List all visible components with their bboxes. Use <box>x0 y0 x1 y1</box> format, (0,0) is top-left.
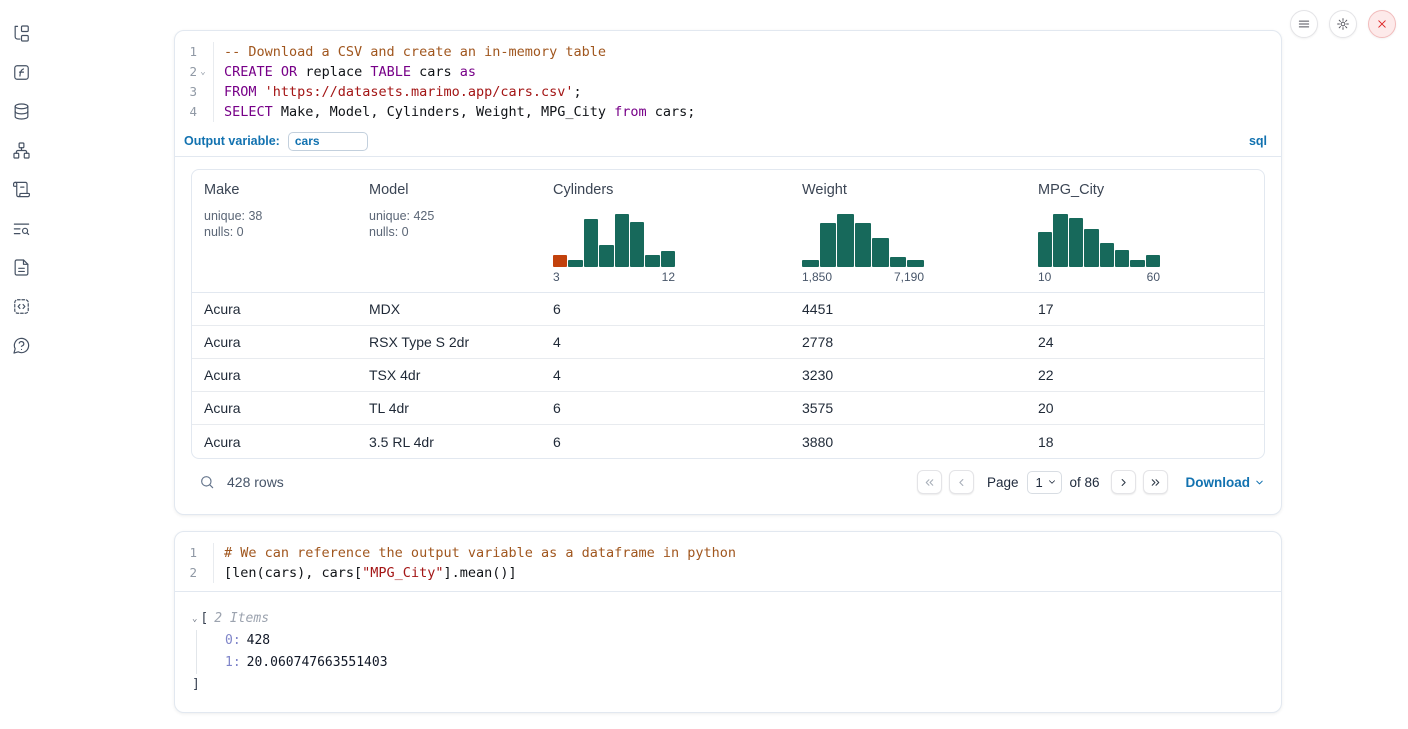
tree-root: ⌄ [ 2 Items <box>192 608 1265 630</box>
table-row[interactable]: Acura MDX 6 4451 17 <box>192 293 1264 326</box>
histogram-bar <box>661 251 675 267</box>
histogram-bar <box>615 214 629 267</box>
column-header-weight[interactable]: Weight 1,850 7,190 <box>790 170 1026 292</box>
documentation-icon[interactable] <box>10 256 32 278</box>
histogram-bar <box>1146 255 1160 267</box>
histogram-bar <box>599 245 613 267</box>
snippets-icon[interactable] <box>10 295 32 317</box>
dependency-graph-icon[interactable] <box>10 139 32 161</box>
hist-min-label: 1,850 <box>802 270 832 284</box>
hist-min-label: 3 <box>553 270 560 284</box>
search-icon[interactable] <box>199 474 215 490</box>
cylinders-histogram: 3 12 <box>553 211 675 284</box>
chevron-down-icon <box>1047 477 1057 487</box>
next-page-button[interactable] <box>1111 470 1136 494</box>
page-label: Page <box>987 475 1019 490</box>
table-row[interactable]: Acura RSX Type S 2dr 4 2778 24 <box>192 326 1264 359</box>
histogram-bar <box>802 260 819 267</box>
histogram-bar <box>1115 250 1129 267</box>
code-line: 1# We can reference the output variable … <box>175 543 1281 563</box>
tree-item: 0:428 <box>225 630 1265 652</box>
histogram-bar <box>1069 218 1083 267</box>
weight-histogram: 1,850 7,190 <box>802 211 924 284</box>
hist-max-label: 7,190 <box>894 270 924 284</box>
table-row[interactable]: Acura 3.5 RL 4dr 6 3880 18 <box>192 425 1264 458</box>
menu-icon[interactable] <box>1290 10 1318 38</box>
column-header-model[interactable]: Model unique: 425 nulls: 0 <box>357 170 541 292</box>
python-output-tree: ⌄ [ 2 Items 0:428 1:20.060747663551403 ] <box>175 592 1281 696</box>
code-line: 1-- Download a CSV and create an in-memo… <box>175 42 1281 62</box>
row-count: 428 rows <box>227 474 284 490</box>
helper-panel-rail <box>0 0 42 729</box>
histogram-bar <box>645 255 659 267</box>
histogram-bar <box>855 223 872 267</box>
settings-icon[interactable] <box>1329 10 1357 38</box>
fold-chevron-icon[interactable]: ⌄ <box>197 62 209 82</box>
code-line: 2[len(cars), cars["MPG_City"].mean()] <box>175 563 1281 583</box>
histogram-bar <box>1084 229 1098 267</box>
column-header-make[interactable]: Make unique: 38 nulls: 0 <box>192 170 357 292</box>
histogram-bar <box>890 257 907 267</box>
histogram-bar <box>1100 243 1114 267</box>
file-tree-icon[interactable] <box>10 22 32 44</box>
table-row[interactable]: Acura TL 4dr 6 3575 20 <box>192 392 1264 425</box>
column-header-mpg-city[interactable]: MPG_City 10 60 <box>1026 170 1264 292</box>
output-variable-input[interactable] <box>288 132 368 151</box>
hist-max-label: 60 <box>1147 270 1160 284</box>
close-icon[interactable] <box>1368 10 1396 38</box>
output-variable-label: Output variable: <box>184 134 280 148</box>
page-total: of 86 <box>1069 475 1099 490</box>
table-row[interactable]: Acura TSX 4dr 4 3230 22 <box>192 359 1264 392</box>
column-stats: unique: 38 nulls: 0 <box>204 208 349 240</box>
tree-close: ] <box>192 674 1265 696</box>
hist-min-label: 10 <box>1038 270 1051 284</box>
page-select[interactable]: 1 <box>1027 471 1062 494</box>
scratchpad-icon[interactable] <box>10 178 32 200</box>
download-button[interactable]: Download <box>1186 475 1266 490</box>
collapse-chevron-icon[interactable]: ⌄ <box>192 608 197 630</box>
previous-page-button[interactable] <box>949 470 974 494</box>
histogram-bar <box>584 219 598 267</box>
help-icon[interactable] <box>10 334 32 356</box>
hist-max-label: 12 <box>662 270 675 284</box>
tree-items: 0:428 1:20.060747663551403 <box>196 630 1265 674</box>
datasources-icon[interactable] <box>10 100 32 122</box>
code-line: 4SELECT Make, Model, Cylinders, Weight, … <box>175 102 1281 122</box>
python-cell: 1# We can reference the output variable … <box>174 531 1282 713</box>
language-badge: sql <box>1249 134 1267 148</box>
histogram-bar <box>820 223 837 267</box>
table-footer: 428 rows Page 1 of 86 Download <box>175 461 1281 503</box>
histogram-bar <box>568 260 582 267</box>
histogram-bar <box>907 260 924 267</box>
histogram-bar <box>1130 260 1144 267</box>
histogram-bar <box>1053 214 1067 267</box>
pagination: Page 1 of 86 <box>917 470 1168 494</box>
histogram-bar <box>837 214 854 267</box>
logs-icon[interactable] <box>10 217 32 239</box>
chevron-down-icon <box>1254 477 1265 488</box>
code-line: 2⌄CREATE OR replace TABLE cars as <box>175 62 1281 82</box>
table-header-row: Make unique: 38 nulls: 0 Model unique: 4… <box>192 170 1264 293</box>
python-code-editor[interactable]: 1# We can reference the output variable … <box>175 532 1281 583</box>
variables-icon[interactable] <box>10 61 32 83</box>
last-page-button[interactable] <box>1143 470 1168 494</box>
histogram-bar <box>872 238 889 267</box>
mpg-city-histogram: 10 60 <box>1038 211 1160 284</box>
histogram-bar <box>630 222 644 267</box>
column-header-cylinders[interactable]: Cylinders 3 12 <box>541 170 790 292</box>
results-table: Make unique: 38 nulls: 0 Model unique: 4… <box>191 169 1265 459</box>
histogram-bar <box>553 255 567 267</box>
sql-cell-toolbar: Output variable: sql <box>175 126 1281 156</box>
code-line: 3FROM 'https://datasets.marimo.app/cars.… <box>175 82 1281 102</box>
tree-item: 1:20.060747663551403 <box>225 652 1265 674</box>
histogram-bar <box>1038 232 1052 267</box>
items-count: 2 Items <box>214 608 269 630</box>
cell-divider <box>175 156 1281 157</box>
sql-cell: 1-- Download a CSV and create an in-memo… <box>174 30 1282 515</box>
column-stats: unique: 425 nulls: 0 <box>369 208 533 240</box>
window-controls <box>1290 10 1396 38</box>
first-page-button[interactable] <box>917 470 942 494</box>
sql-code-editor[interactable]: 1-- Download a CSV and create an in-memo… <box>175 31 1281 122</box>
